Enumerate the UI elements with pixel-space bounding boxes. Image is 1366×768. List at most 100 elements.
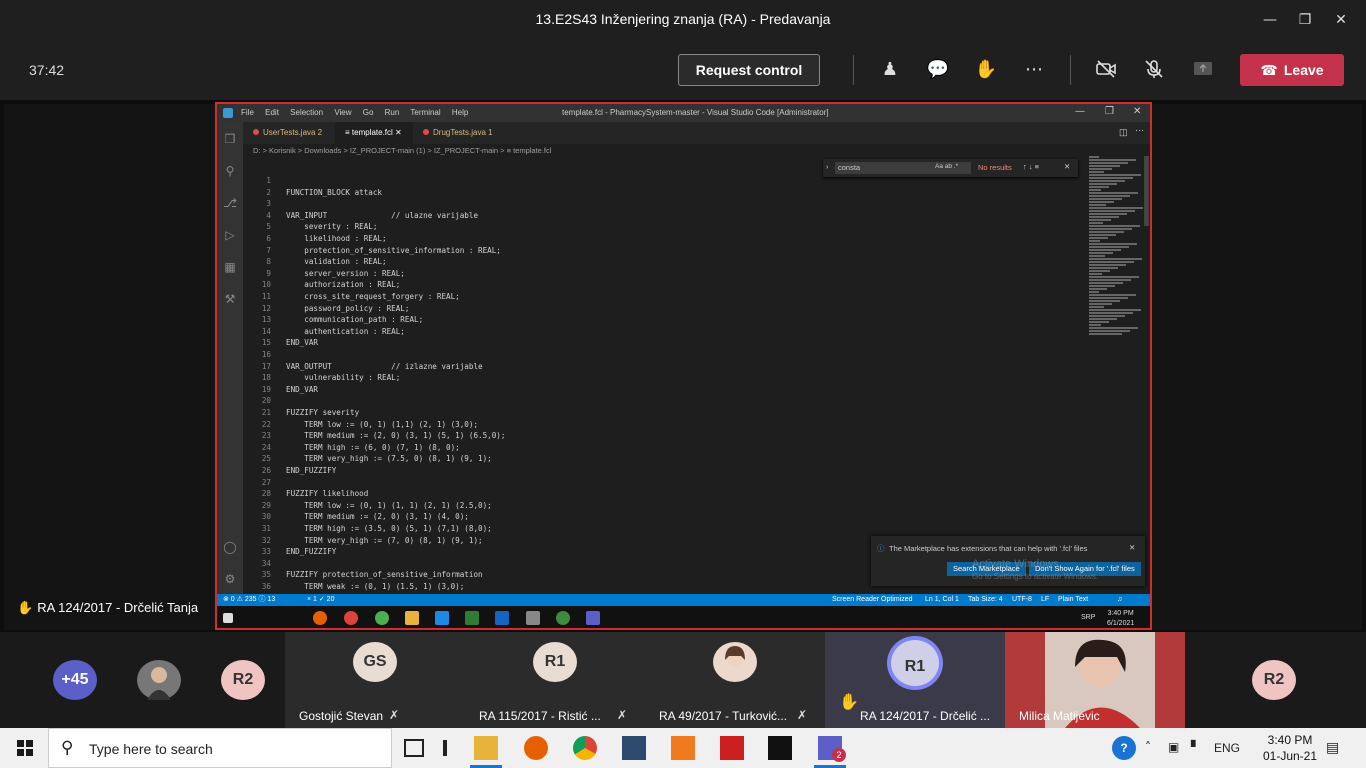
vscode-close-icon[interactable]: ✕ [1133,106,1141,117]
status-encoding[interactable]: UTF-8 [1012,594,1032,606]
menu-view[interactable]: View [334,108,351,117]
minimap[interactable] [1089,156,1144,351]
word-icon [495,611,509,625]
line-number: 18 [261,373,271,383]
status-problems[interactable]: ⊗ 0 ⚠ 235 ⓘ 13 [223,594,275,606]
teams-taskbar-icon[interactable]: 2 [818,736,846,762]
shared-screen-frame[interactable]: File Edit Selection View Go Run Terminal… [215,102,1152,630]
participant-tile[interactable]: RA 49/2017 - Turković... ✗ [645,632,825,728]
wifi-icon[interactable]: ▘ [1191,740,1200,768]
menu-run[interactable]: Run [385,108,400,117]
raised-hand-label: ✋ RA 124/2017 - Drčelić Tanja [17,600,198,616]
chevron-up-icon[interactable]: ˄ [1145,740,1151,768]
chat-icon[interactable]: 💬 [925,58,951,84]
more-participants-badge[interactable]: +45 [53,660,97,700]
status-screen-reader[interactable]: Screen Reader Optimized [832,594,913,606]
breadcrumb[interactable]: D: > Korisnik > Downloads > IZ_PROJECT-m… [253,146,551,155]
tab-template[interactable]: ≡ template.fcl ✕ [335,122,413,144]
camera-off-icon[interactable] [1093,58,1119,84]
participant-tile[interactable]: R1 RA 115/2017 - Ristić ... ✗ [465,632,645,728]
run-debug-icon[interactable]: ▷ [223,228,237,242]
tab-usertests[interactable]: UserTests.java 2 [243,122,335,144]
tab-drugtests[interactable]: DrugTests.java 1 [413,122,505,144]
find-close-icon[interactable]: ✕ [1064,162,1070,171]
network-icon[interactable]: ▣ [1168,740,1179,768]
extensions-icon[interactable]: ▦ [223,260,237,274]
split-editor-icon[interactable]: ◫ [1119,127,1128,138]
vscode-minimize-icon[interactable]: — [1075,106,1085,117]
close-icon[interactable]: ✕ [1326,8,1356,32]
teams-icon [586,611,600,625]
editor-scrollbar[interactable] [1144,156,1149,226]
minimap-line [1089,309,1141,311]
avatar[interactable]: R2 [221,660,265,700]
maximize-icon[interactable]: ❐ [1290,8,1320,32]
settings-gear-icon[interactable]: ⚙ [223,572,237,586]
help-icon[interactable]: ? [1112,736,1136,760]
notifications-bell-icon[interactable]: ♫ [1117,594,1122,606]
status-eol[interactable]: LF [1041,594,1049,606]
search-icon[interactable]: ⚲ [223,164,237,178]
find-nav-icon[interactable]: ↑ ↓ ≡ [1023,162,1039,171]
menu-help[interactable]: Help [452,108,468,117]
muted-mic-icon: ✗ [389,708,400,722]
acrobat-icon[interactable] [720,736,744,760]
vscode-restore-icon[interactable]: ❐ [1105,106,1114,117]
testing-icon[interactable]: ⚒ [223,292,237,306]
avatar[interactable]: R2 [1252,660,1296,700]
mic-off-icon[interactable] [1141,58,1167,84]
status-tab-size[interactable]: Tab Size: 4 [968,594,1003,606]
input-language[interactable]: ENG [1214,741,1240,768]
more-options-icon[interactable]: ⋯ [1021,58,1047,84]
status-language[interactable]: Plain Text [1058,594,1088,606]
minimap-line [1089,195,1130,197]
participant-tile[interactable]: GS Gostojić Stevan ✗ [285,632,465,728]
code-line: protection_of_sensitive_information : RE… [286,245,501,255]
firefox-icon[interactable] [524,736,548,760]
app-icon[interactable] [622,736,646,760]
avatar[interactable] [137,660,181,700]
minimap-line [1089,327,1138,329]
code-editor[interactable]: 1 2 FUNCTION_BLOCK attack 3 4 VAR_INPUT // ul… [243,176,1083,594]
vscode-menu: File Edit Selection View Go Run Terminal… [241,108,477,117]
teams-badge: 2 [832,748,846,762]
raise-hand-icon[interactable]: ✋ [973,58,999,84]
notification-center-icon[interactable]: ▤ [1326,740,1339,768]
menu-go[interactable]: Go [363,108,374,117]
menu-edit[interactable]: Edit [265,108,279,117]
explorer-icon[interactable]: ❐ [223,132,237,146]
minimap-line [1089,210,1135,212]
line-number: 36 [261,582,271,591]
taskbar-clock[interactable]: 3:40 PM 01-Jun-21 [1250,732,1330,764]
windows-start-icon[interactable] [17,740,33,756]
share-screen-icon[interactable] [1190,58,1216,84]
chrome-icon [344,611,358,625]
tab-close-icon[interactable]: ✕ [393,128,402,137]
more-actions-icon[interactable]: ⋯ [1135,125,1144,136]
notification-close-icon[interactable]: ✕ [1129,543,1135,552]
source-control-icon[interactable]: ⎇ [223,196,237,210]
minimize-icon[interactable]: — [1255,8,1285,32]
accounts-icon[interactable]: ◯ [223,540,237,554]
status-cursor-position[interactable]: Ln 1, Col 1 [925,594,959,606]
chrome-icon[interactable] [573,736,597,760]
participant-tile[interactable]: Milica Matijevic [1005,632,1185,728]
chevron-right-icon[interactable]: › [826,162,829,171]
file-explorer-icon[interactable] [474,736,498,760]
taskbar-search[interactable]: ⚲ Type here to search [48,728,392,768]
menu-terminal[interactable]: Terminal [410,108,440,117]
status-sync[interactable]: × 1 ✓ 20 [307,594,334,606]
teams-title-bar: 13.E2S43 Inženjering znanja (RA) - Preda… [0,0,1366,40]
terminal-icon[interactable] [768,736,792,760]
participant-tile[interactable]: R1 ✋ RA 124/2017 - Drčelić ... [825,632,1005,728]
sublime-icon[interactable] [671,736,695,760]
request-control-button[interactable]: Request control [678,54,820,86]
find-options-icon[interactable]: Aa ab .* [935,163,958,170]
code-line: FUZZIFY likelihood [286,489,369,499]
menu-file[interactable]: File [241,108,254,117]
task-view-icon[interactable] [404,739,424,757]
participants-icon[interactable]: ♟ [877,58,903,84]
leave-button[interactable]: ☎ Leave [1240,54,1344,86]
menu-selection[interactable]: Selection [290,108,323,117]
participant-strip: +45 R2 GS Gostojić Stevan ✗ R1 RA 115/20… [0,632,1366,728]
